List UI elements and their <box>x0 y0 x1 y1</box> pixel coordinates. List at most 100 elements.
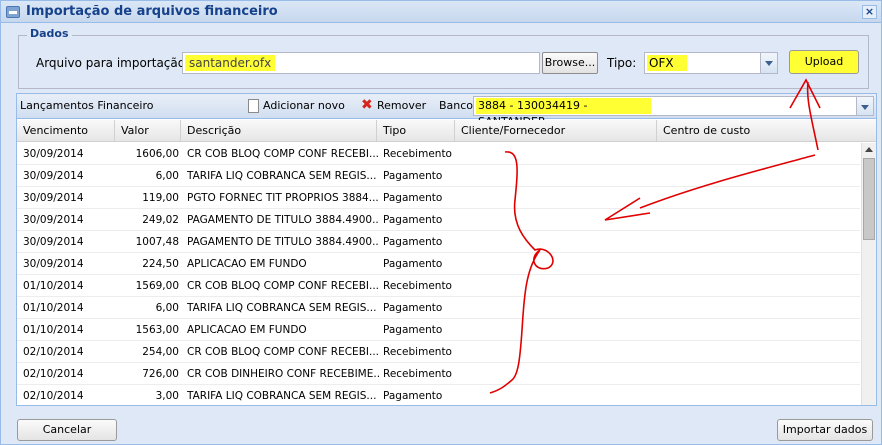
panel-toolbar: Lançamentos Financeiro Adicionar novo ✖ … <box>17 94 876 128</box>
cell-descricao: APLICACAO EM FUNDO <box>187 258 307 270</box>
column-header-descricao[interactable]: Descrição <box>181 120 377 142</box>
cell-valor: 3,00 <box>155 390 179 402</box>
cell-descricao: APLICACAO EM FUNDO <box>187 324 307 336</box>
chevron-down-icon[interactable] <box>856 97 873 115</box>
arquivo-label: Arquivo para importação: <box>36 56 190 70</box>
cell-vencimento: 02/10/2014 <box>23 368 84 380</box>
table-row[interactable]: 30/09/2014 6,00 TARIFA LIQ COBRANCA SEM RE… <box>17 165 860 187</box>
cell-descricao: PAGAMENTO DE TITULO 3884.4900... <box>187 236 379 248</box>
add-button[interactable]: Adicionar novo <box>247 97 345 115</box>
cell-descricao: PAGAMENTO DE TITULO 3884.4900... <box>187 214 379 226</box>
table-row[interactable]: 01/10/2014 1563,00 APLICACAO EM FUNDO Pagam… <box>17 319 860 341</box>
cell-tipo: Recebimento <box>383 368 452 380</box>
tipo-value: OFX <box>647 55 687 71</box>
cell-vencimento: 01/10/2014 <box>23 280 84 292</box>
cell-descricao: CR COB BLOQ COMP CONF RECEBI... <box>187 346 379 358</box>
chevron-down-icon[interactable] <box>760 53 777 73</box>
remove-button[interactable]: ✖ Remover <box>360 97 426 115</box>
cell-tipo: Pagamento <box>383 192 443 204</box>
table-row[interactable]: 30/09/2014 1606,00 CR COB BLOQ COMP CONF R… <box>17 143 860 165</box>
cell-descricao: CR COB DINHEIRO CONF RECEBIME... <box>187 368 379 380</box>
cell-tipo: Pagamento <box>383 302 443 314</box>
table-row[interactable]: 30/09/2014 119,00 PGTO FORNEC TIT PROPRIOS… <box>17 187 860 209</box>
cell-valor: 726,00 <box>142 368 179 380</box>
column-header-cliente[interactable]: Cliente/Fornecedor <box>455 120 657 142</box>
cell-tipo: Pagamento <box>383 214 443 226</box>
cell-vencimento: 02/10/2014 <box>23 346 84 358</box>
table-row[interactable]: 01/10/2014 1569,00 CR COB BLOQ COMP CONF R… <box>17 275 860 297</box>
banco-select[interactable]: 3884 - 130034419 - SANTANDER <box>473 96 874 128</box>
grid-body: 30/09/2014 1606,00 CR COB BLOQ COMP CONF R… <box>17 143 860 405</box>
cell-vencimento: 30/09/2014 <box>23 214 84 226</box>
cell-tipo: Pagamento <box>383 258 443 270</box>
cell-tipo: Recebimento <box>383 280 452 292</box>
window-title: Importação de arquivos financeiro <box>26 4 278 19</box>
cell-valor: 1007,48 <box>135 236 179 248</box>
cell-valor: 1569,00 <box>135 280 179 292</box>
window-titlebar[interactable]: Importação de arquivos financeiro × <box>1 1 881 23</box>
cell-valor: 249,02 <box>142 214 179 226</box>
column-header-centro[interactable]: Centro de custo <box>657 120 876 142</box>
red-x-icon: ✖ <box>361 97 373 113</box>
table-row[interactable]: 01/10/2014 6,00 TARIFA LIQ COBRANCA SEM RE… <box>17 297 860 319</box>
cell-vencimento: 30/09/2014 <box>23 148 84 160</box>
cell-valor: 224,50 <box>142 258 179 270</box>
import-dialog: Importação de arquivos financeiro × Dado… <box>0 0 882 445</box>
scroll-thumb[interactable] <box>863 158 875 240</box>
document-icon <box>248 99 259 113</box>
cell-vencimento: 01/10/2014 <box>23 302 84 314</box>
cell-valor: 1563,00 <box>135 324 179 336</box>
vertical-scrollbar[interactable] <box>861 143 876 405</box>
table-row[interactable]: 02/10/2014 254,00 CR COB BLOQ COMP CONF RE… <box>17 341 860 363</box>
cell-valor: 1606,00 <box>135 148 179 160</box>
cell-vencimento: 01/10/2014 <box>23 324 84 336</box>
scroll-up-icon[interactable] <box>862 143 876 157</box>
table-row[interactable]: 30/09/2014 224,50 APLICACAO EM FUNDO Pagame… <box>17 253 860 275</box>
cell-vencimento: 30/09/2014 <box>23 236 84 248</box>
cell-tipo: Pagamento <box>383 236 443 248</box>
browse-button[interactable]: Browse... <box>542 52 598 74</box>
close-button[interactable]: × <box>862 5 877 19</box>
cell-descricao: CR COB BLOQ COMP CONF RECEBI... <box>187 148 379 160</box>
banco-label: Banco: <box>439 99 477 112</box>
window-icon <box>6 6 20 18</box>
cell-descricao: TARIFA LIQ COBRANCA SEM REGIS... <box>187 390 377 402</box>
arquivo-value: santander.ofx <box>185 55 276 71</box>
cell-vencimento: 30/09/2014 <box>23 258 84 270</box>
cell-descricao: TARIFA LIQ COBRANCA SEM REGIS... <box>187 302 377 314</box>
cell-tipo: Recebimento <box>383 346 452 358</box>
cell-tipo: Pagamento <box>383 170 443 182</box>
table-row[interactable]: 02/10/2014 3,00 TARIFA LIQ COBRANCA SEM RE… <box>17 385 860 405</box>
cell-descricao: CR COB BLOQ COMP CONF RECEBI... <box>187 280 379 292</box>
lancamentos-panel: Lançamentos Financeiro Adicionar novo ✖ … <box>16 93 877 406</box>
import-button[interactable]: Importar dados <box>777 419 873 441</box>
cell-descricao: TARIFA LIQ COBRANCA SEM REGIS... <box>187 170 377 182</box>
remove-label: Remover <box>377 99 427 112</box>
cell-vencimento: 02/10/2014 <box>23 390 84 402</box>
cell-vencimento: 30/09/2014 <box>23 170 84 182</box>
add-label: Adicionar novo <box>263 99 345 112</box>
tipo-select[interactable]: OFX <box>644 52 778 74</box>
cell-valor: 6,00 <box>155 170 179 182</box>
tipo-label: Tipo: <box>607 56 637 70</box>
cell-tipo: Recebimento <box>383 148 452 160</box>
table-row[interactable]: 30/09/2014 249,02 PAGAMENTO DE TITULO 3884… <box>17 209 860 231</box>
column-header-tipo[interactable]: Tipo <box>377 120 455 142</box>
cell-tipo: Pagamento <box>383 324 443 336</box>
grid-header: Vencimento Valor Descrição Tipo Cliente/… <box>17 120 876 142</box>
arquivo-input[interactable]: santander.ofx <box>182 52 540 74</box>
upload-button[interactable]: Upload <box>789 50 859 74</box>
cell-valor: 254,00 <box>142 346 179 358</box>
dados-legend: Dados <box>27 27 72 40</box>
cell-valor: 6,00 <box>155 302 179 314</box>
column-header-vencimento[interactable]: Vencimento <box>17 120 115 142</box>
cancel-button[interactable]: Cancelar <box>17 419 117 441</box>
table-row[interactable]: 30/09/2014 1007,48 PAGAMENTO DE TITULO 388… <box>17 231 860 253</box>
column-header-valor[interactable]: Valor <box>115 120 181 142</box>
banco-value: 3884 - 130034419 - SANTANDER <box>476 98 651 128</box>
cell-vencimento: 30/09/2014 <box>23 192 84 204</box>
cell-tipo: Pagamento <box>383 390 443 402</box>
cell-valor: 119,00 <box>142 192 179 204</box>
table-row[interactable]: 02/10/2014 726,00 CR COB DINHEIRO CONF REC… <box>17 363 860 385</box>
panel-title: Lançamentos Financeiro <box>20 99 154 112</box>
